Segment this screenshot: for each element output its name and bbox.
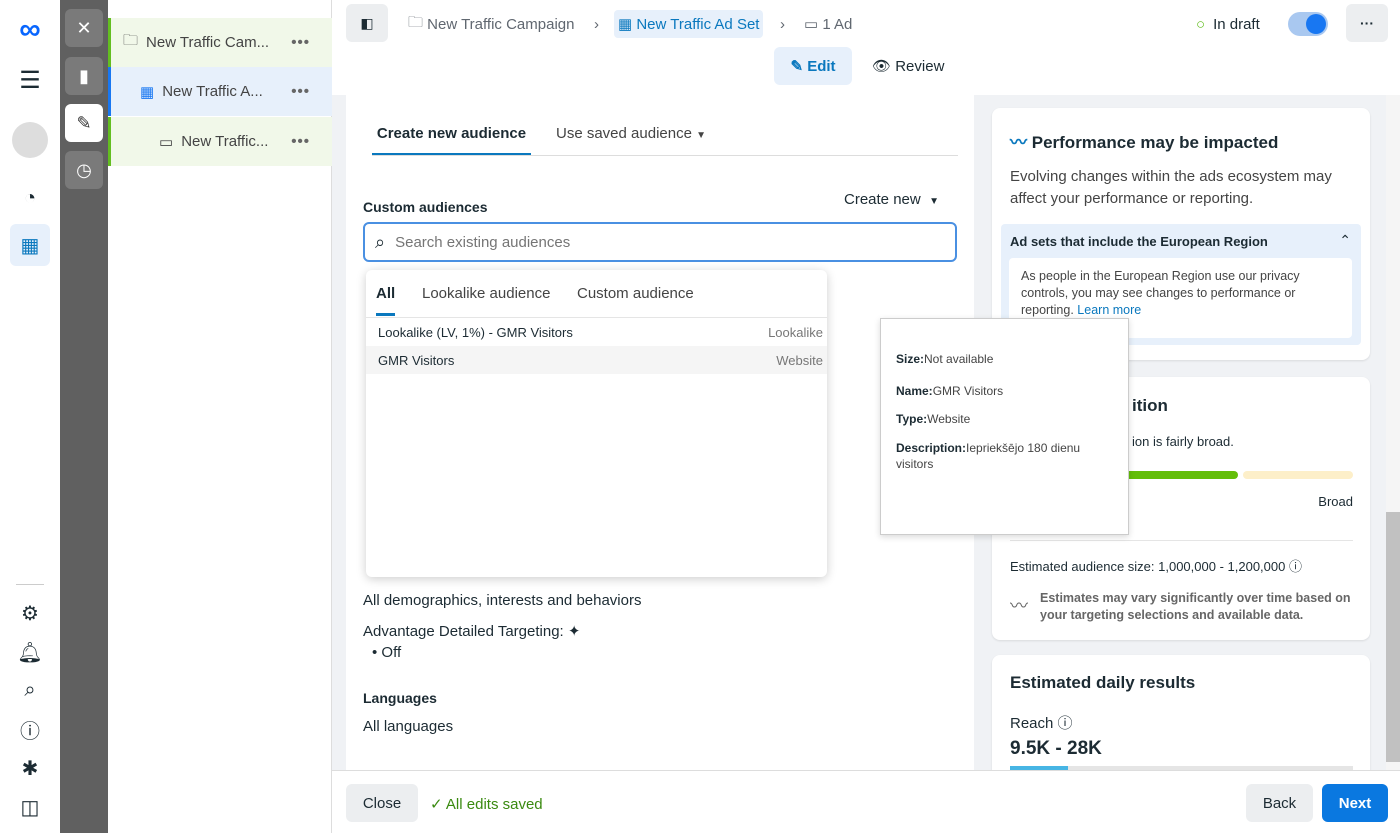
audience-size: Estimated audience size: 1,000,000 - 1,2…: [1010, 559, 1302, 574]
list-item[interactable]: Lookalike (LV, 1%) - GMR Visitors Lookali…: [366, 318, 827, 346]
breadth-meter-empty: [1243, 471, 1353, 479]
chevron-right-icon: ›: [594, 15, 599, 33]
scrollbar[interactable]: [1386, 95, 1400, 770]
divider: [372, 155, 958, 156]
breadcrumb-campaign[interactable]: 🗀 New Traffic Campaign: [408, 10, 574, 38]
search-input[interactable]: [395, 233, 916, 251]
audience-dropdown: All Lookalike audience Custom audience L…: [366, 270, 827, 577]
dropdown-tab-lookalike[interactable]: Lookalike audience: [422, 285, 550, 302]
list-item[interactable]: GMR Visitors Website: [366, 346, 827, 374]
more-icon[interactable]: •••: [291, 83, 310, 100]
close-button[interactable]: Close: [346, 784, 418, 822]
languages-label: Languages: [363, 690, 437, 706]
daily-results-title: Estimated daily results: [1010, 673, 1196, 692]
menu-icon[interactable]: ☰: [10, 62, 50, 98]
broad-label: Broad: [1318, 494, 1353, 509]
languages-value: All languages: [363, 718, 454, 735]
clock-icon[interactable]: ◷: [65, 151, 103, 189]
help-icon[interactable]: ⓘ: [10, 711, 50, 747]
advantage-label: Advantage Detailed Targeting: ✦: [363, 623, 581, 640]
search-icon[interactable]: ⌕: [10, 672, 50, 708]
estimates-note: Estimates may vary significantly over ti…: [1040, 591, 1351, 622]
breadcrumb-adset[interactable]: ▦ New Traffic Ad Set: [614, 10, 764, 38]
performance-title: 〰 Performance may be impacted: [1010, 133, 1279, 152]
grid-icon: ▦: [140, 83, 155, 101]
folder-icon: 🗀: [408, 13, 428, 31]
status-dot-icon: ○: [1196, 15, 1206, 33]
dropdown-tab-custom[interactable]: Custom audience: [577, 285, 694, 302]
next-button[interactable]: Next: [1322, 784, 1388, 822]
info-icon[interactable]: ⓘ: [1289, 559, 1302, 574]
footer: Close ✓ All edits saved Back Next: [332, 770, 1400, 833]
header: ◧ 🗀 New Traffic Campaign › ▦ New Traffic…: [332, 0, 1400, 95]
sidebar-toggle-icon[interactable]: ◧: [346, 4, 388, 42]
breadcrumb-ad[interactable]: ▭ 1 Ad: [804, 10, 852, 38]
ad-icon: ▭: [159, 133, 174, 151]
chart-icon[interactable]: ▮: [65, 57, 103, 95]
chevron-right-icon: ›: [780, 15, 785, 33]
eu-accordion-title[interactable]: Ad sets that include the European Region: [1010, 234, 1268, 249]
panel-icon[interactable]: ◫: [10, 789, 50, 825]
tab-create-new-audience[interactable]: Create new audience: [372, 117, 531, 156]
eye-icon: 👁︎: [872, 58, 896, 75]
edit-tab[interactable]: ✎ Edit: [774, 47, 852, 85]
table-icon[interactable]: ▦: [10, 224, 50, 266]
create-new-button[interactable]: Create new ▼: [844, 191, 939, 208]
tree-item-ad[interactable]: ▭ New Traffic... •••: [108, 117, 332, 166]
ad-icon: ▭: [804, 16, 823, 33]
custom-audiences-label: Custom audiences: [363, 199, 488, 215]
tool-strip: ✕ ▮ ✎ ◷: [60, 0, 108, 833]
draft-toggle[interactable]: [1288, 12, 1328, 36]
tree-item-campaign[interactable]: 🗀 New Traffic Cam... •••: [108, 18, 332, 67]
search-icon: ⌕: [375, 231, 386, 252]
chevron-up-icon[interactable]: ⌃: [1339, 232, 1351, 249]
detailed-targeting-value: All demographics, interests and behavior…: [363, 592, 642, 609]
caret-down-icon: ▼: [696, 130, 707, 141]
global-nav: ∞ ☰ ◔ ▦ ⚙ 🔔︎ ⌕ ⓘ ✱ ◫: [0, 0, 60, 833]
more-icon[interactable]: •••: [291, 34, 310, 51]
advantage-value: • Off: [372, 644, 402, 661]
definition-text: ion is fairly broad.: [1132, 434, 1234, 449]
check-icon: ✓: [430, 796, 443, 813]
info-icon[interactable]: ⓘ: [1058, 715, 1073, 732]
meta-logo-icon[interactable]: ∞: [10, 12, 50, 48]
more-icon[interactable]: ···: [1346, 4, 1388, 42]
tab-use-saved-audience[interactable]: Use saved audience ▼: [556, 125, 706, 142]
learn-more-link[interactable]: Learn more: [1077, 303, 1141, 317]
audience-search[interactable]: ⌕: [363, 222, 957, 262]
bell-icon[interactable]: 🔔︎: [10, 634, 50, 670]
gear-icon[interactable]: ⚙: [10, 595, 50, 631]
folder-icon: 🗀: [123, 32, 139, 49]
pencil-icon: ✎: [790, 58, 808, 75]
reach-label: Reach ⓘ: [1010, 715, 1073, 732]
trend-icon: 〰: [1010, 596, 1028, 616]
dropdown-tab-all[interactable]: All: [376, 285, 396, 316]
saved-status: ✓ All edits saved: [430, 796, 543, 813]
audience-tooltip: Size:Not available Name:GMR Visitors Typ…: [880, 318, 1129, 535]
dashboard-icon[interactable]: ◔: [10, 180, 50, 216]
daily-results-card: Estimated daily results Reach ⓘ 9.5K - 2…: [992, 655, 1370, 770]
trend-icon: 〰: [1010, 133, 1027, 152]
performance-text: Evolving changes within the ads ecosyste…: [1010, 168, 1332, 207]
review-tab[interactable]: 👁︎ Review: [872, 47, 944, 85]
close-icon[interactable]: ✕: [65, 9, 103, 47]
reach-value: 9.5K - 28K: [1010, 738, 1102, 759]
caret-down-icon: ▼: [929, 196, 939, 207]
back-button[interactable]: Back: [1246, 784, 1313, 822]
status: ○ In draft: [1196, 15, 1260, 33]
grid-icon: ▦: [618, 16, 637, 33]
tree-item-adset[interactable]: ▦ New Traffic A... •••: [108, 67, 332, 116]
avatar[interactable]: [12, 122, 48, 158]
bug-icon[interactable]: ✱: [10, 750, 50, 786]
definition-title: ition: [1132, 396, 1168, 415]
divider: [16, 584, 44, 585]
sparkle-icon: ✦: [567, 623, 581, 640]
campaign-tree: 🗀 New Traffic Cam... ••• ▦ New Traffic A...…: [108, 0, 332, 833]
more-icon[interactable]: •••: [291, 133, 310, 150]
edit-pencil-icon[interactable]: ✎: [65, 104, 103, 142]
